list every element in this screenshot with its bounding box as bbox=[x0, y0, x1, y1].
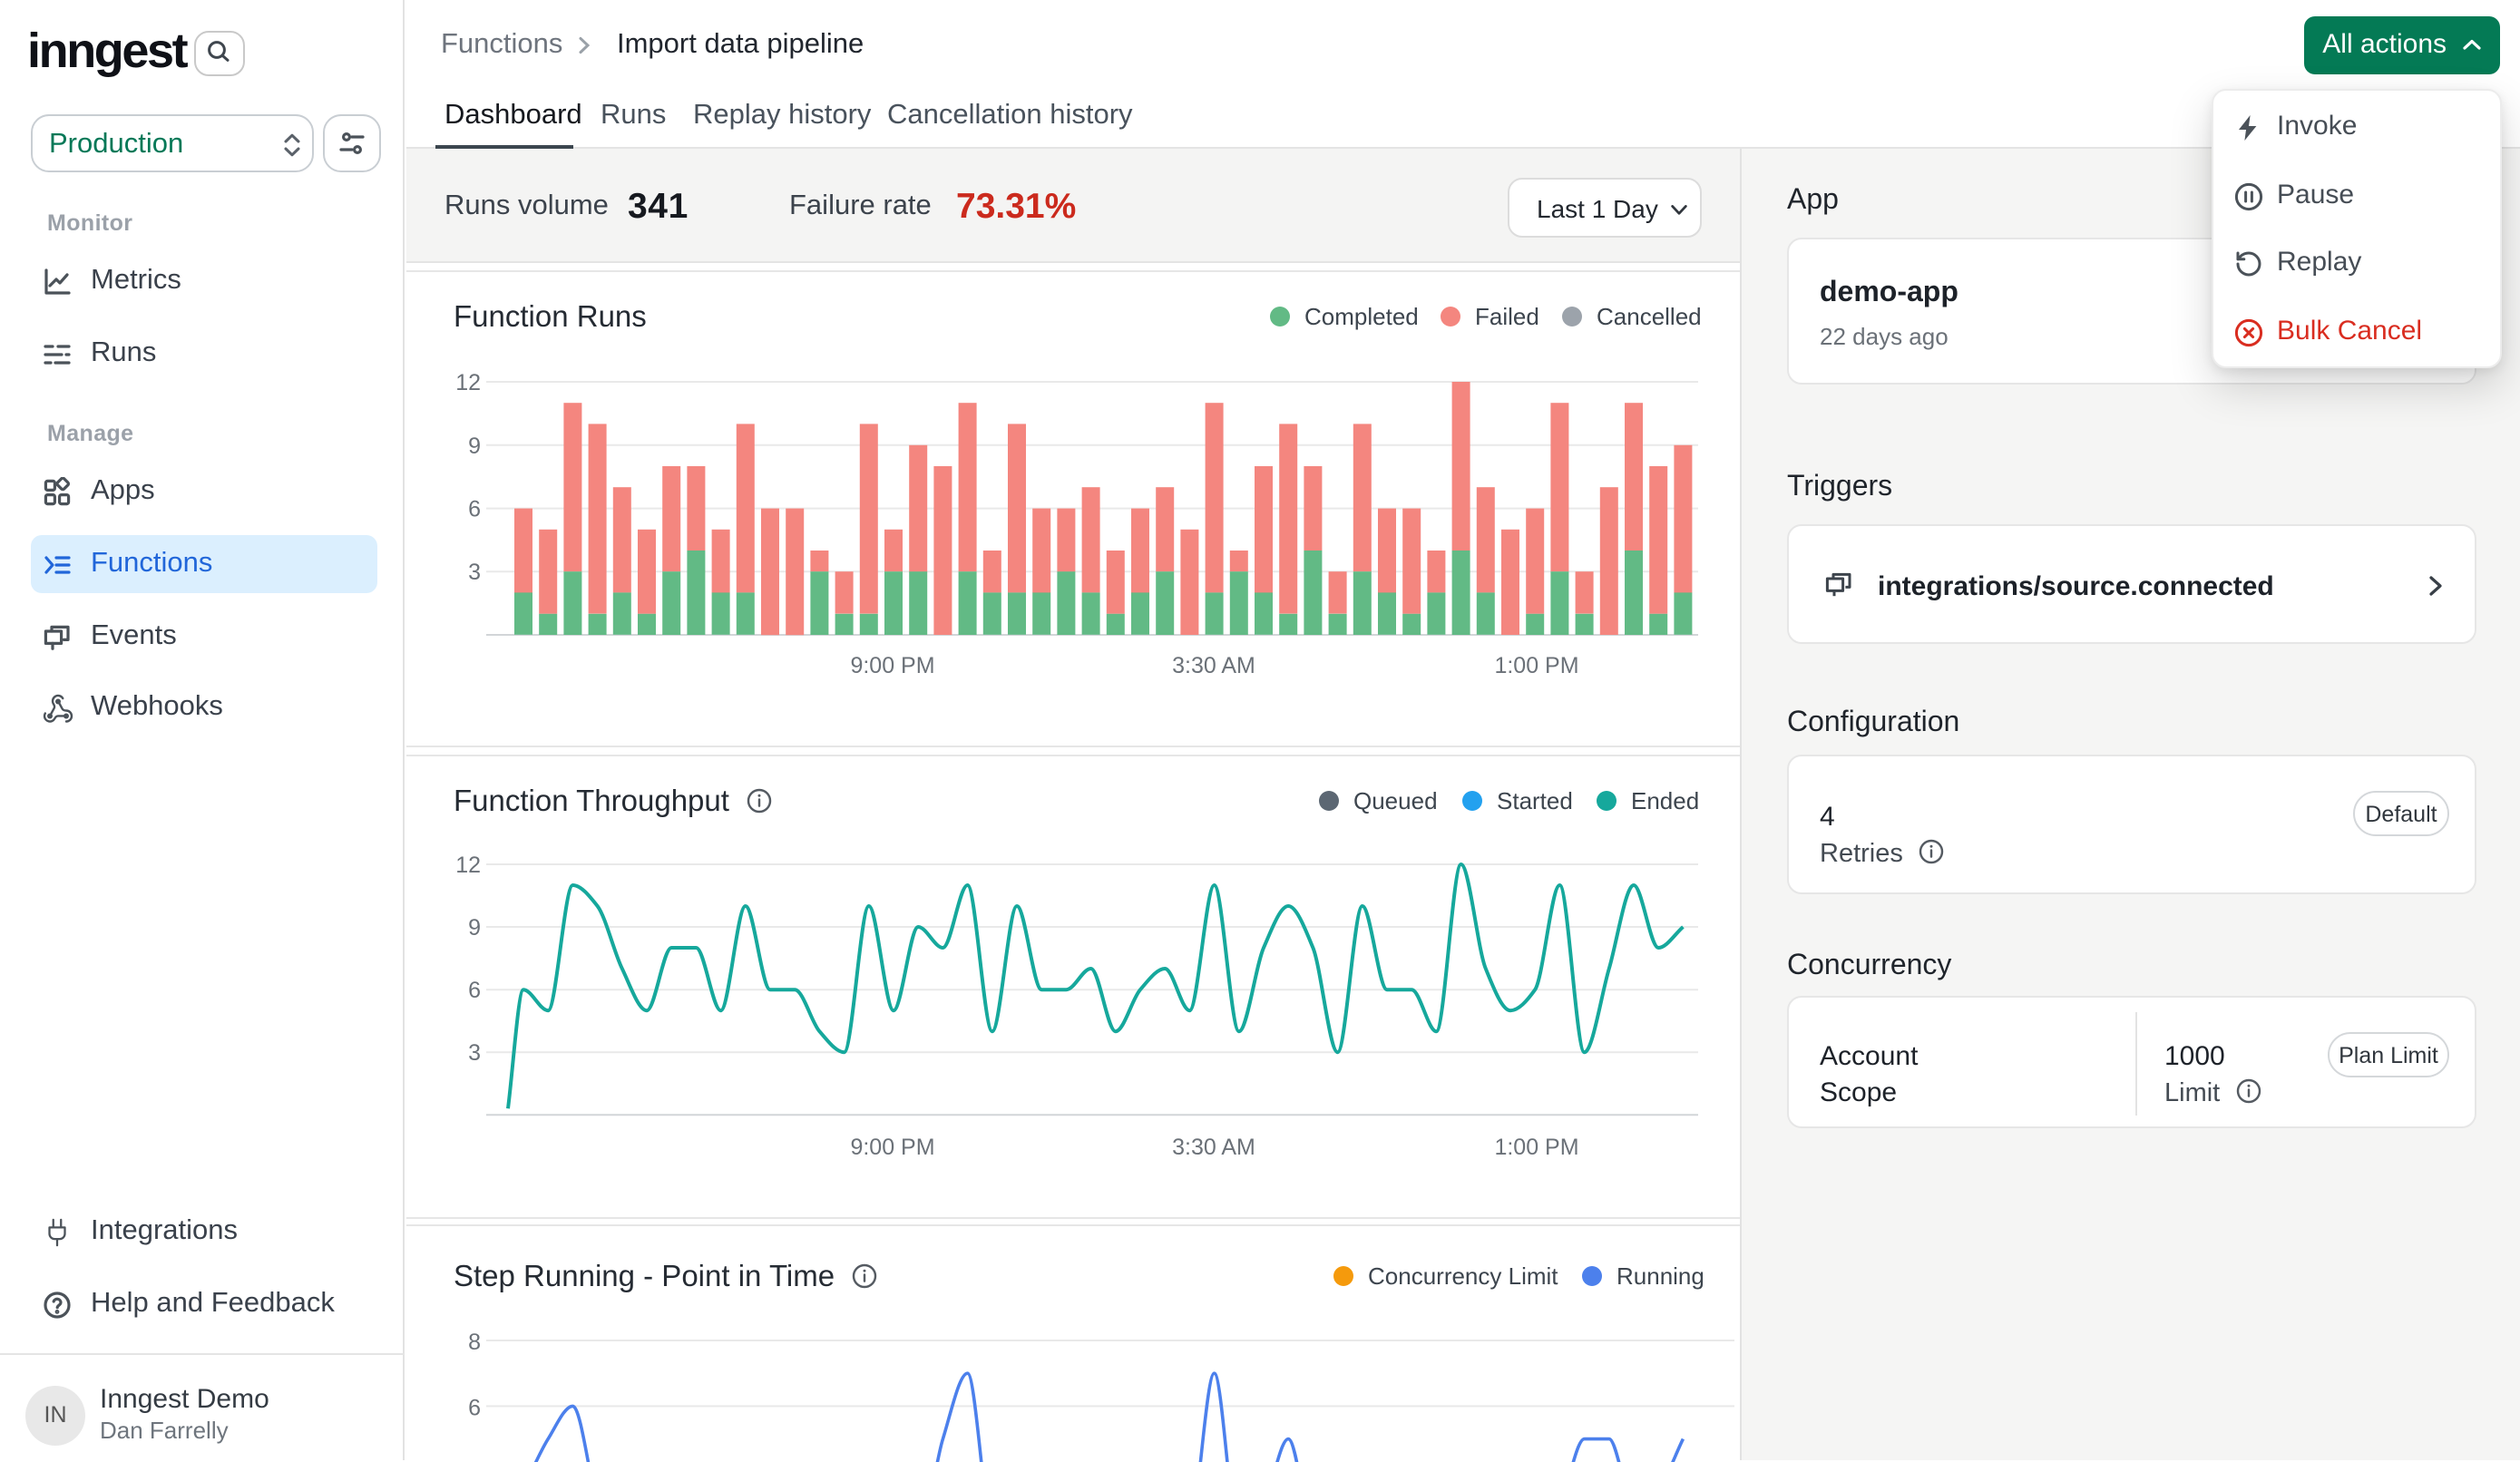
svg-text:12: 12 bbox=[455, 370, 481, 395]
svg-text:9: 9 bbox=[468, 434, 481, 459]
svg-text:1:00 PM: 1:00 PM bbox=[1494, 1135, 1578, 1160]
svg-text:9: 9 bbox=[468, 915, 481, 941]
svg-text:6: 6 bbox=[468, 1395, 481, 1420]
svg-text:3:30 AM: 3:30 AM bbox=[1172, 653, 1255, 678]
svg-text:12: 12 bbox=[455, 853, 481, 878]
svg-text:3:30 AM: 3:30 AM bbox=[1172, 1135, 1255, 1160]
svg-text:6: 6 bbox=[468, 497, 481, 522]
svg-text:8: 8 bbox=[468, 1330, 481, 1355]
svg-text:3: 3 bbox=[468, 560, 481, 585]
svg-text:9:00 PM: 9:00 PM bbox=[850, 653, 934, 678]
svg-text:3: 3 bbox=[468, 1040, 481, 1066]
svg-text:1:00 PM: 1:00 PM bbox=[1494, 653, 1578, 678]
svg-text:9:00 PM: 9:00 PM bbox=[850, 1135, 934, 1160]
svg-text:6: 6 bbox=[468, 978, 481, 1003]
